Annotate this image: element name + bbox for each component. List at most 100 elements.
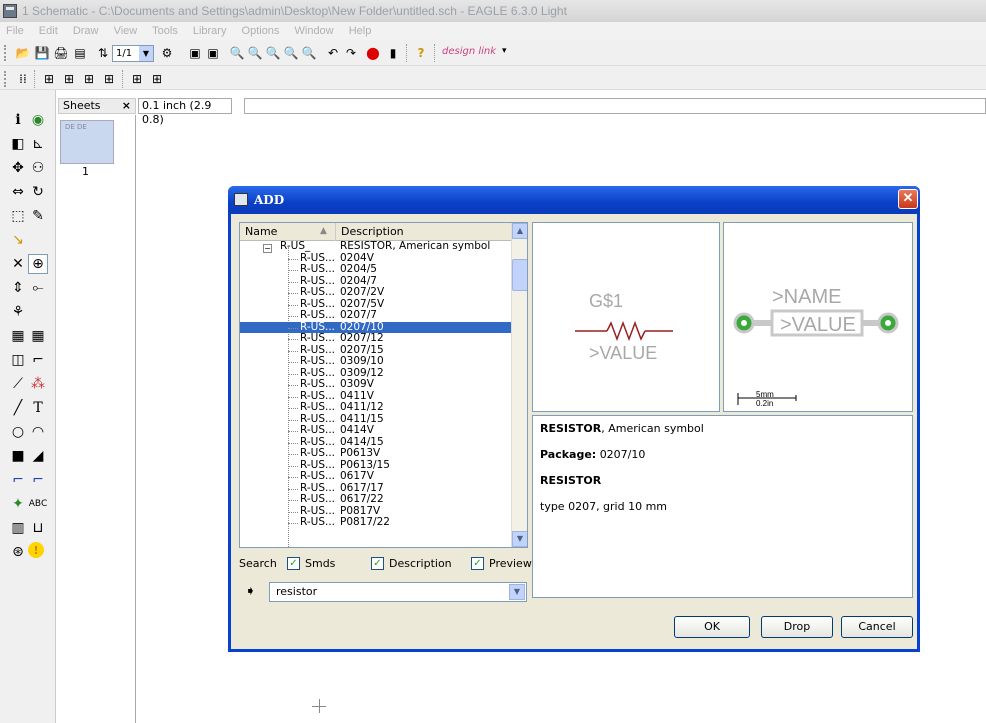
grid-icon[interactable]: ⁞⁞	[14, 70, 32, 88]
mark-icon[interactable]: ⊾	[28, 134, 48, 154]
list-item[interactable]: R-US... 0617/22	[240, 493, 512, 506]
mirror-icon[interactable]: ⇔	[8, 182, 28, 202]
sheet-zoom-select[interactable]: 1/1 ▼	[112, 45, 154, 62]
list-item[interactable]: R-US... P0817/22	[240, 516, 512, 529]
menu-window[interactable]: Window	[295, 25, 334, 37]
smds-checkbox[interactable]: ✓	[287, 557, 300, 570]
list-item-parent[interactable]: R-US_ RESISTOR, American symbol	[240, 240, 512, 253]
scroll-thumb[interactable]	[512, 259, 527, 291]
paste-icon[interactable]: ↘	[8, 230, 28, 250]
chevron-down-icon[interactable]: ▼	[509, 584, 525, 600]
list-item[interactable]: R-US... 0204/5	[240, 263, 512, 276]
zoom-out-icon[interactable]: 🔍	[264, 44, 282, 62]
replace-icon[interactable]: ⟜	[28, 278, 48, 298]
stop-icon[interactable]: ⬤	[364, 44, 382, 62]
polygon-icon[interactable]: ◢	[28, 446, 48, 466]
list-scrollbar[interactable]: ▲ ▼	[511, 223, 527, 547]
sheet-thumbnail[interactable]: DE DE	[60, 120, 114, 164]
script-icon[interactable]: ▣	[186, 44, 204, 62]
junction-icon[interactable]: ✦	[8, 494, 28, 514]
menu-options[interactable]: Options	[242, 25, 280, 37]
drop-button[interactable]: Drop	[761, 616, 833, 638]
move-icon[interactable]: ✥	[8, 158, 28, 178]
preview-label[interactable]: Preview	[489, 557, 532, 570]
smash-icon[interactable]: ◫	[8, 350, 28, 370]
list-item[interactable]: R-US... 0414V	[240, 424, 512, 437]
group-icon[interactable]: ⬚	[8, 206, 28, 226]
toolbar-grip[interactable]	[4, 45, 8, 61]
name-icon[interactable]: ▦	[8, 326, 28, 346]
list-item[interactable]: R-US... 0309/10	[240, 355, 512, 368]
cam-icon[interactable]: ▤	[71, 44, 89, 62]
arc-icon[interactable]: ◠	[28, 422, 48, 442]
copy-icon[interactable]: ⚇	[28, 158, 48, 178]
errors-icon[interactable]: ⊔	[28, 518, 48, 538]
command-line-input[interactable]	[244, 98, 986, 114]
description-checkbox[interactable]: ✓	[371, 557, 384, 570]
dialog-title-bar[interactable]: ADD ✕	[228, 186, 920, 214]
chevron-down-icon[interactable]: ▾	[502, 46, 507, 56]
go-icon[interactable]: ▮	[384, 44, 402, 62]
show-icon[interactable]: ◉	[28, 110, 48, 130]
menu-tools[interactable]: Tools	[152, 25, 178, 37]
menu-edit[interactable]: Edit	[39, 25, 58, 37]
list-item[interactable]: R-US... P0613V	[240, 447, 512, 460]
list-item[interactable]: R-US... 0617V	[240, 470, 512, 483]
list-item[interactable]: R-US... 0207/2V	[240, 286, 512, 299]
layer-2-icon[interactable]: ⊞	[60, 70, 78, 88]
menu-library[interactable]: Library	[193, 25, 227, 37]
list-item[interactable]: R-US... 0411/12	[240, 401, 512, 414]
change-icon[interactable]: ✎	[28, 206, 48, 226]
ok-button[interactable]: OK	[674, 616, 750, 638]
smds-label[interactable]: Smds	[305, 557, 335, 570]
toolbar-grip[interactable]	[4, 71, 8, 87]
wire-icon[interactable]: ╱	[8, 398, 28, 418]
description-option-label[interactable]: Description	[389, 557, 452, 570]
gateswap-icon[interactable]: ⚘	[8, 302, 28, 322]
menu-help[interactable]: Help	[349, 25, 372, 37]
menu-draw[interactable]: Draw	[73, 25, 99, 37]
list-item[interactable]: R-US... 0207/7	[240, 309, 512, 322]
list-item[interactable]: R-US... P0613/15	[240, 459, 512, 472]
menu-file[interactable]: File	[6, 25, 24, 37]
zoom-in-icon[interactable]: 🔍	[246, 44, 264, 62]
ulp-icon[interactable]: ▣	[204, 44, 222, 62]
miter-icon[interactable]: ⌐	[28, 350, 48, 370]
delete-icon[interactable]: ✕	[8, 254, 28, 274]
scroll-up-icon[interactable]: ▲	[512, 223, 527, 239]
bus-icon[interactable]: ⌐	[8, 470, 28, 490]
board-switch-icon[interactable]: ⇅	[94, 44, 112, 62]
rotate-icon[interactable]: ↻	[28, 182, 48, 202]
dialog-close-button[interactable]: ✕	[898, 189, 918, 209]
help-icon[interactable]: ?	[412, 44, 430, 62]
value-icon[interactable]: ▦	[28, 326, 48, 346]
text-icon[interactable]: T	[28, 398, 48, 418]
search-input[interactable]: resistor ▼	[269, 582, 527, 602]
label-icon[interactable]: ABC	[28, 494, 48, 514]
zoom-redraw-icon[interactable]: 🔍	[282, 44, 300, 62]
script-run-icon[interactable]: ⚙	[158, 44, 176, 62]
zoom-fit-icon[interactable]: 🔍	[228, 44, 246, 62]
zoom-select-icon[interactable]: 🔍	[300, 44, 318, 62]
layer-4-icon[interactable]: ⊞	[100, 70, 118, 88]
layer-5-icon[interactable]: ⊞	[128, 70, 146, 88]
add-icon[interactable]: ⊕	[28, 254, 48, 274]
list-item[interactable]: R-US... 0207/12	[240, 332, 512, 345]
net-icon[interactable]: ⌐	[28, 470, 48, 490]
device-list[interactable]: Name ▲ Description R-US_ RESISTOR, Ameri…	[239, 222, 528, 548]
pinswap-icon[interactable]: ⇕	[8, 278, 28, 298]
warning-icon[interactable]: !	[28, 542, 44, 558]
attribute-icon[interactable]: ⊛	[8, 542, 28, 562]
column-header-description[interactable]: Description	[336, 223, 512, 241]
list-item[interactable]: R-US... 0309V	[240, 378, 512, 391]
rect-icon[interactable]: ■	[8, 446, 28, 466]
save-icon[interactable]: 💾	[33, 44, 51, 62]
print-icon[interactable]: 🖨	[52, 44, 70, 62]
redo-icon[interactable]: ↷	[342, 44, 360, 62]
collapse-icon[interactable]: −	[263, 244, 272, 253]
close-icon[interactable]: ×	[122, 99, 131, 113]
preview-checkbox[interactable]: ✓	[471, 557, 484, 570]
undo-icon[interactable]: ↶	[324, 44, 342, 62]
list-item[interactable]: R-US... 0309/12	[240, 367, 512, 380]
scroll-down-icon[interactable]: ▼	[512, 531, 527, 547]
